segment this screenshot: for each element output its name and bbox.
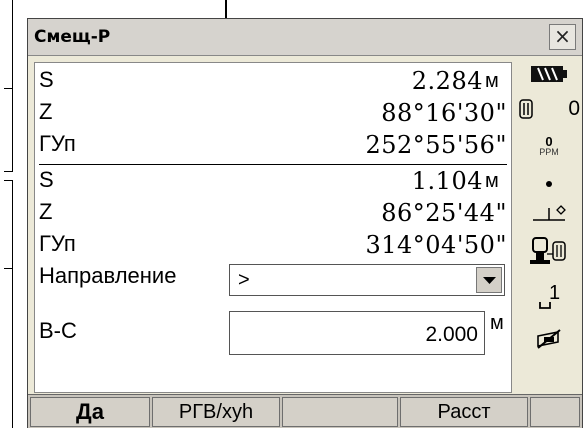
bc-label: В-С xyxy=(39,318,77,343)
direction-label: Направление xyxy=(39,263,177,288)
value-s: 2.284 xyxy=(411,67,483,95)
bracket-top-tick xyxy=(4,88,13,89)
unit-s: м xyxy=(485,70,499,92)
bracket-bottom-tick xyxy=(4,268,13,269)
offset-window: Смещ-Р × S 2.284 м Z 88°16'30" ГУп 252°5… xyxy=(27,18,583,428)
label-s: S xyxy=(39,167,54,192)
label-z: Z xyxy=(39,199,53,224)
value-gup: 314°04'50" xyxy=(365,231,507,259)
prism-constant: 0 xyxy=(568,97,580,120)
block1-row-s: S 2.284 м xyxy=(39,67,507,98)
label-gup: ГУп xyxy=(39,231,76,256)
ppm-label: PPM xyxy=(539,147,559,157)
block1-row-z: Z 88°16'30" xyxy=(39,99,507,130)
title-bar: Смещ-Р × xyxy=(28,19,582,56)
softkey-empty-1[interactable] xyxy=(282,397,398,427)
instrument-icon xyxy=(516,234,582,270)
measurement-panel: S 2.284 м Z 88°16'30" ГУп 252°55'56" S 1… xyxy=(34,62,512,393)
ppm-icon: 0 PPM xyxy=(516,134,582,157)
softkey-coords[interactable]: РГВ/xyh xyxy=(152,397,280,427)
direction-select[interactable]: > xyxy=(229,264,505,296)
softkey-yes[interactable]: Да xyxy=(30,397,150,427)
softkey-bar: Да РГВ/xyh Расст xyxy=(28,394,582,428)
label-gup: ГУп xyxy=(39,131,76,156)
tilt-icon xyxy=(516,198,582,230)
value-gup: 252°55'56" xyxy=(365,131,507,159)
bracket-bottom xyxy=(4,180,13,428)
dot-icon xyxy=(516,174,582,193)
value-z: 86°25'44" xyxy=(381,199,507,227)
face-number: 1 xyxy=(549,282,561,304)
signal-icon xyxy=(516,328,582,354)
bracket-top xyxy=(4,0,13,172)
block1-row-gup: ГУп 252°55'56" xyxy=(39,131,507,162)
top-leader-line xyxy=(225,0,227,18)
softkey-distance[interactable]: Расст xyxy=(400,397,528,427)
close-button[interactable]: × xyxy=(549,24,576,50)
bc-input[interactable]: 2.000 xyxy=(229,311,485,355)
ppm-value: 0 xyxy=(545,134,553,149)
status-column: 0 0 PPM 1 xyxy=(516,62,582,393)
prism-icon xyxy=(519,99,533,119)
bc-value: 2.000 xyxy=(425,323,478,346)
direction-value: > xyxy=(238,269,250,291)
block2-row-z: Z 86°25'44" xyxy=(39,199,507,230)
value-s: 1.104 xyxy=(411,167,483,195)
block2-row-gup: ГУп 314°04'50" xyxy=(39,231,507,262)
label-s: S xyxy=(39,67,54,92)
bc-unit: м xyxy=(490,312,504,334)
label-z: Z xyxy=(39,99,53,124)
chevron-down-icon xyxy=(483,277,496,284)
separator xyxy=(39,164,507,165)
softkey-empty-2[interactable] xyxy=(530,397,580,427)
battery-icon xyxy=(516,64,582,88)
window-title: Смещ-Р xyxy=(34,27,111,47)
unit-s: м xyxy=(485,170,499,192)
value-z: 88°16'30" xyxy=(381,99,507,127)
block2-row-s: S 1.104 м xyxy=(39,167,507,198)
face-icon: 1 xyxy=(516,282,582,312)
dropdown-button[interactable] xyxy=(476,267,502,293)
